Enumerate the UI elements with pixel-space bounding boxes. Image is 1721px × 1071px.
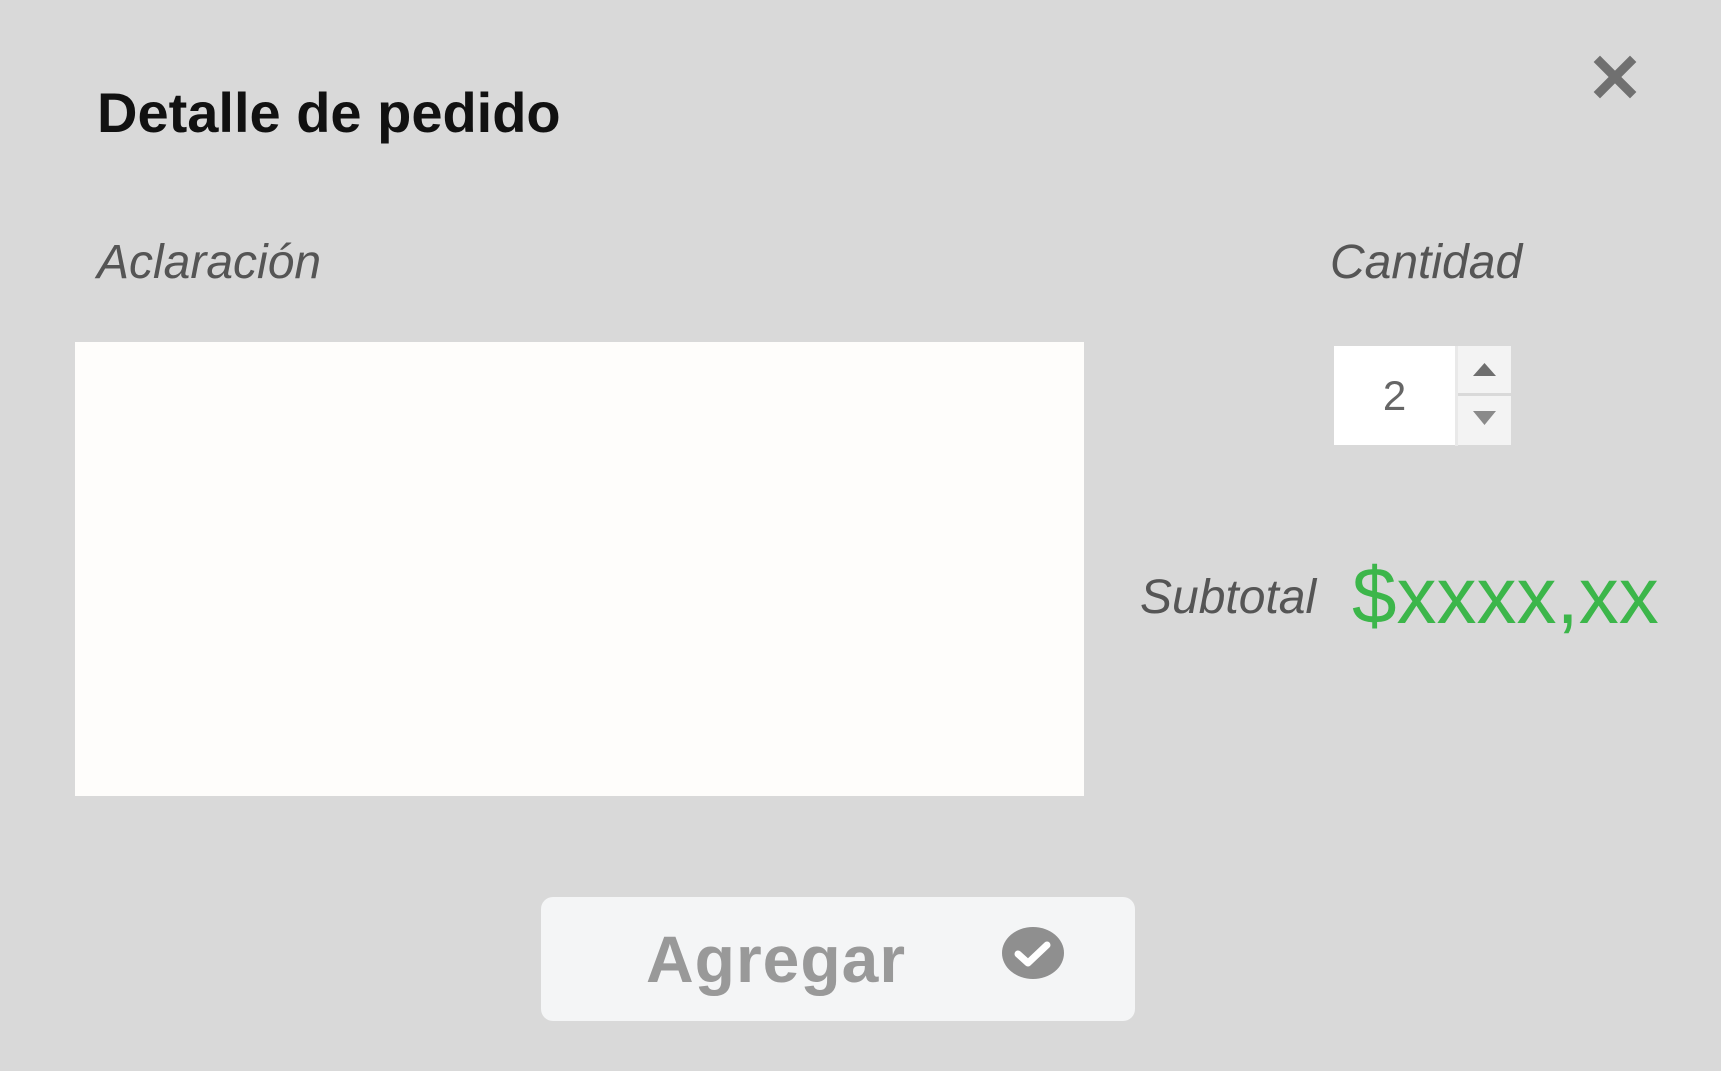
quantity-decrement-button[interactable] bbox=[1458, 396, 1511, 445]
agregar-label: Agregar bbox=[646, 922, 907, 996]
triangle-up-icon bbox=[1473, 363, 1496, 376]
aclaracion-textarea[interactable] bbox=[75, 342, 1084, 796]
aclaracion-label: Aclaración bbox=[97, 236, 322, 289]
triangle-down-icon bbox=[1473, 411, 1496, 425]
agregar-button[interactable]: Agregar bbox=[541, 897, 1135, 1021]
close-icon[interactable] bbox=[1590, 52, 1640, 102]
quantity-input[interactable] bbox=[1334, 346, 1455, 445]
check-circle-icon bbox=[1002, 927, 1064, 979]
cantidad-label: Cantidad bbox=[1330, 236, 1523, 289]
quantity-increment-button[interactable] bbox=[1458, 346, 1511, 393]
quantity-stepper bbox=[1334, 346, 1511, 446]
subtotal-value: $xxxx,xx bbox=[1352, 551, 1659, 640]
subtotal-label: Subtotal bbox=[1140, 571, 1317, 624]
dialog-title: Detalle de pedido bbox=[97, 81, 561, 144]
order-detail-dialog: Detalle de pedido Aclaración Cantidad Su… bbox=[0, 0, 1721, 1071]
